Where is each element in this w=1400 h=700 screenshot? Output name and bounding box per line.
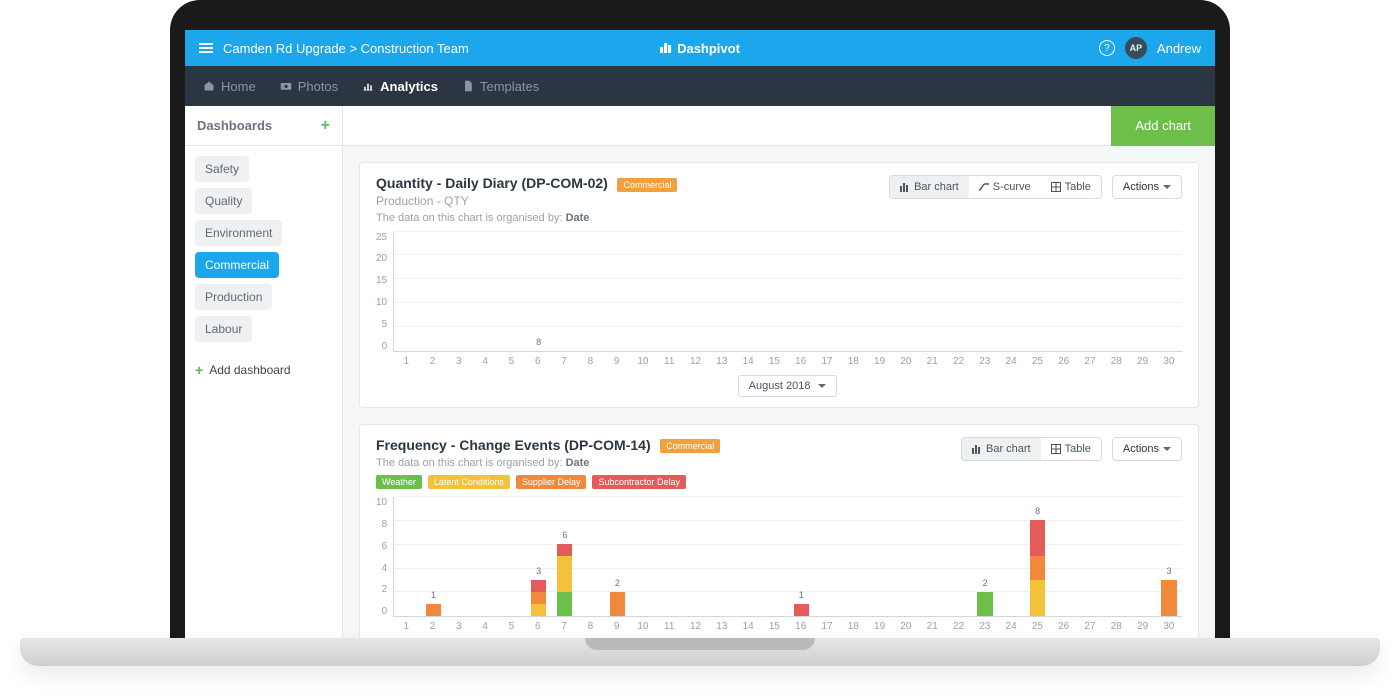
- panel2-table-button[interactable]: Table: [1041, 438, 1101, 460]
- chevron-down-icon: [1163, 185, 1171, 189]
- panel2-chart: 13621283: [393, 497, 1182, 617]
- panel1-table-button[interactable]: Table: [1041, 176, 1101, 198]
- table-icon: [1051, 182, 1061, 192]
- panel1-tag: Commercial: [617, 178, 677, 192]
- nav-templates[interactable]: Templates: [462, 79, 539, 94]
- home-icon: [203, 80, 215, 92]
- legend-weather: Weather: [376, 475, 422, 489]
- panel2-title: Frequency - Change Events (DP-COM-14): [376, 437, 651, 453]
- panel2-meta-prefix: The data on this chart is organised by:: [376, 457, 566, 469]
- camera-icon: [280, 80, 292, 92]
- line-icon: [979, 182, 989, 192]
- breadcrumb[interactable]: Camden Rd Upgrade > Construction Team: [223, 41, 469, 56]
- panel1-scurve-button[interactable]: S-curve: [969, 176, 1041, 198]
- brand-label: Dashpivot: [677, 41, 740, 56]
- add-dashboard-icon[interactable]: +: [321, 117, 330, 135]
- panel2-meta-value: Date: [566, 457, 590, 469]
- sidebar-item-environment[interactable]: Environment: [195, 220, 282, 246]
- legend-supplier-delay: Supplier Delay: [516, 475, 587, 489]
- chevron-down-icon: [1163, 447, 1171, 451]
- sidebar-item-quality[interactable]: Quality: [195, 188, 252, 214]
- panel1-period-select[interactable]: August 2018: [738, 375, 838, 397]
- menu-icon[interactable]: [199, 43, 213, 53]
- nav-photos[interactable]: Photos: [280, 79, 338, 94]
- add-dashboard-label: Add dashboard: [209, 363, 290, 377]
- panel1-meta-value: Date: [566, 212, 590, 224]
- file-icon: [462, 80, 474, 92]
- nav: Home Photos Analytics Templates: [185, 66, 1215, 106]
- panel1-subtitle: Production - QTY: [376, 194, 677, 208]
- actions-label: Actions: [1123, 443, 1159, 455]
- brand: Dashpivot: [660, 41, 740, 56]
- panel1-chart: 8: [393, 232, 1182, 352]
- panel2-barchart-button[interactable]: Bar chart: [962, 438, 1041, 460]
- bar-label: Bar chart: [986, 443, 1031, 455]
- mainbar: Add chart: [343, 106, 1215, 146]
- laptop-notch: [585, 638, 815, 650]
- panel1-actions-button[interactable]: Actions: [1112, 175, 1182, 199]
- brand-icon: [660, 43, 671, 53]
- avatar[interactable]: AP: [1125, 37, 1147, 59]
- sidebar-title: Dashboards: [197, 118, 272, 133]
- sidebar-item-production[interactable]: Production: [195, 284, 272, 310]
- topbar: Camden Rd Upgrade > Construction Team Da…: [185, 30, 1215, 66]
- bar-icon: [972, 444, 982, 454]
- sidebar-item-safety[interactable]: Safety: [195, 156, 249, 182]
- nav-home[interactable]: Home: [203, 79, 256, 94]
- bar-label: Bar chart: [914, 181, 959, 193]
- sidebar-item-labour[interactable]: Labour: [195, 316, 252, 342]
- sidebar: Dashboards + Safety Quality Environment Com…: [185, 106, 343, 650]
- add-chart-button[interactable]: Add chart: [1111, 106, 1215, 146]
- panel1-meta: The data on this chart is organised by: …: [376, 212, 677, 224]
- table-label: Table: [1065, 443, 1091, 455]
- nav-photos-label: Photos: [298, 79, 338, 94]
- panel2-tag: Commercial: [660, 439, 720, 453]
- panel2-meta: The data on this chart is organised by: …: [376, 457, 720, 469]
- nav-templates-label: Templates: [480, 79, 539, 94]
- help-icon[interactable]: ?: [1099, 40, 1115, 56]
- scurve-label: S-curve: [993, 181, 1031, 193]
- bar-icon: [900, 182, 910, 192]
- actions-label: Actions: [1123, 181, 1159, 193]
- nav-home-label: Home: [221, 79, 256, 94]
- chart-icon: [362, 80, 374, 92]
- plus-icon: +: [195, 362, 203, 378]
- legend-latent-conditions: Latent Conditions: [428, 475, 510, 489]
- panel2-view-toggle: Bar chart Table: [961, 437, 1102, 461]
- panel-quantity: Quantity - Daily Diary (DP-COM-02) Comme…: [359, 162, 1199, 408]
- legend-subcontractor-delay: Subcontractor Delay: [592, 475, 686, 489]
- panel1-meta-prefix: The data on this chart is organised by:: [376, 212, 566, 224]
- add-dashboard-button[interactable]: + Add dashboard: [195, 362, 332, 378]
- panel1-view-toggle: Bar chart S-curve Table: [889, 175, 1102, 199]
- table-label: Table: [1065, 181, 1091, 193]
- sidebar-item-commercial[interactable]: Commercial: [195, 252, 279, 278]
- panel1-title: Quantity - Daily Diary (DP-COM-02): [376, 175, 608, 191]
- panel-frequency: Frequency - Change Events (DP-COM-14) Co…: [359, 424, 1199, 650]
- panel1-barchart-button[interactable]: Bar chart: [890, 176, 969, 198]
- user-name[interactable]: Andrew: [1157, 41, 1201, 56]
- table-icon: [1051, 444, 1061, 454]
- main: Add chart Quantity - Daily Diary (DP-COM…: [343, 106, 1215, 650]
- period-label: August 2018: [749, 380, 811, 392]
- nav-analytics[interactable]: Analytics: [362, 79, 438, 94]
- panel2-actions-button[interactable]: Actions: [1112, 437, 1182, 461]
- nav-analytics-label: Analytics: [380, 79, 438, 94]
- chevron-down-icon: [818, 384, 826, 388]
